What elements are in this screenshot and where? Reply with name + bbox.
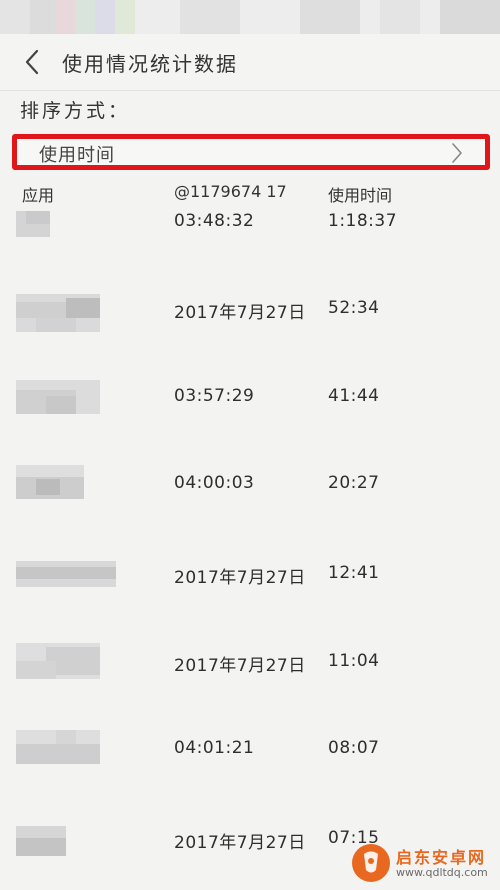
last-used-cell: 03:57:29: [174, 386, 255, 406]
table-row[interactable]: 04:00:03 20:27: [0, 465, 500, 525]
sort-selector[interactable]: 使用时间: [12, 134, 490, 170]
usage-time-cell: 1:18:37: [328, 211, 398, 231]
usage-time-cell: 12:41: [328, 563, 380, 583]
column-header-usage-time: 使用时间: [328, 186, 393, 205]
chevron-left-icon: [25, 49, 39, 75]
watermark-logo-icon: [352, 844, 390, 882]
watermark-url: www.qdltdq.com: [396, 866, 488, 879]
app-icon: [16, 643, 100, 679]
app-icon: [16, 380, 100, 414]
table-row[interactable]: 03:48:32 1:18:37: [0, 205, 500, 265]
last-used-cell: 2017年7月27日: [174, 303, 306, 323]
app-icon: [16, 561, 116, 587]
app-icon: [16, 211, 50, 237]
app-icon: [16, 465, 84, 499]
table-row[interactable]: 2017年7月27日 12:41: [0, 555, 500, 615]
app-icon: [16, 826, 66, 856]
table-row[interactable]: 2017年7月27日 11:04: [0, 643, 500, 703]
back-button[interactable]: [14, 44, 50, 80]
usage-stats-screen: 使用情况统计数据 排序方式： 使用时间 应用 @1179674 17 使用时间 …: [0, 0, 500, 890]
usage-time-cell: 20:27: [328, 473, 380, 493]
page-title: 使用情况统计数据: [62, 52, 238, 76]
last-used-cell: 04:01:21: [174, 738, 255, 758]
usage-time-cell: 52:34: [328, 298, 380, 318]
sort-value: 使用时间: [39, 145, 115, 166]
sort-label: 排序方式：: [20, 100, 131, 122]
table-row[interactable]: 03:57:29 41:44: [0, 380, 500, 440]
status-bar: [0, 0, 500, 34]
column-header-last-used: @1179674 17: [174, 182, 287, 201]
table-row[interactable]: 2017年7月27日 52:34: [0, 292, 500, 352]
chevron-right-icon: [452, 143, 462, 163]
app-icon: [16, 294, 100, 332]
watermark-name: 启东安卓网: [396, 848, 487, 867]
last-used-cell: 2017年7月27日: [174, 568, 306, 588]
watermark: 启东安卓网 www.qdltdq.com: [352, 842, 492, 884]
column-header-app: 应用: [22, 186, 55, 205]
last-used-cell: 2017年7月27日: [174, 833, 306, 853]
last-used-cell: 2017年7月27日: [174, 656, 306, 676]
last-used-cell: 03:48:32: [174, 211, 255, 231]
usage-time-cell: 08:07: [328, 738, 380, 758]
table-row[interactable]: 04:01:21 08:07: [0, 730, 500, 790]
usage-time-cell: 41:44: [328, 386, 380, 406]
header-bar: 使用情况统计数据: [0, 34, 500, 91]
last-used-cell: 04:00:03: [174, 473, 255, 493]
app-icon: [16, 730, 100, 764]
usage-time-cell: 11:04: [328, 651, 380, 671]
